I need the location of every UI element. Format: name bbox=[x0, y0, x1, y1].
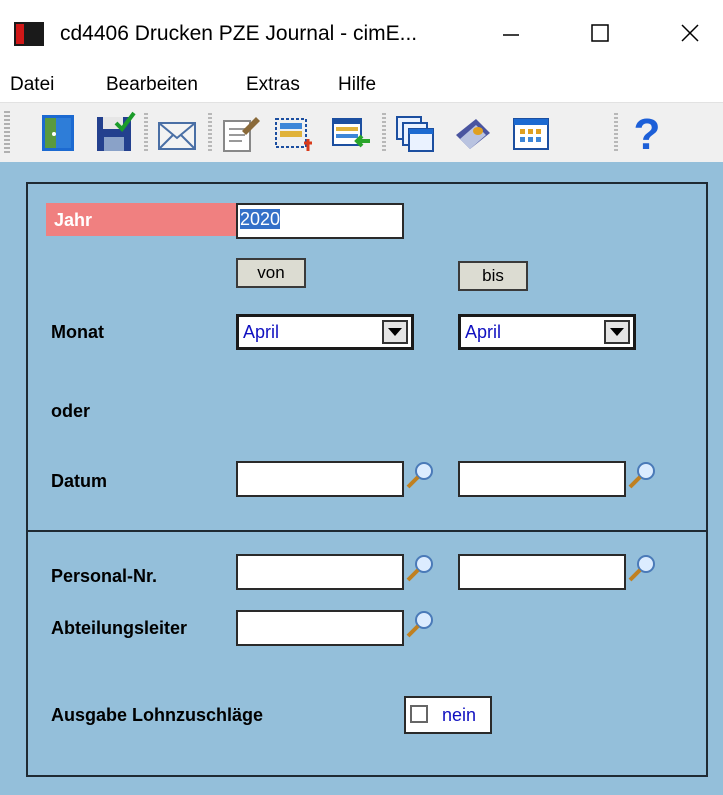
toolbar-separator bbox=[208, 113, 212, 153]
import-list-icon[interactable] bbox=[330, 111, 372, 155]
von-button[interactable]: von bbox=[236, 258, 306, 288]
save-disk-icon[interactable] bbox=[94, 111, 136, 155]
jahr-input[interactable]: 2020 bbox=[236, 203, 404, 239]
jahr-label: Jahr bbox=[46, 203, 236, 236]
edit-note-icon[interactable] bbox=[220, 111, 262, 155]
checkbox-text: nein bbox=[442, 705, 477, 725]
toolbar-separator bbox=[614, 113, 618, 153]
book-icon[interactable] bbox=[452, 111, 494, 155]
monat-von-value: April bbox=[243, 322, 280, 342]
checkbox-square[interactable] bbox=[410, 705, 428, 723]
datum-label: Datum bbox=[51, 471, 108, 491]
chevron-down-icon[interactable] bbox=[604, 320, 630, 344]
close-button[interactable] bbox=[664, 10, 716, 56]
title-bar: cd4406 Drucken PZE Journal - cimE... bbox=[0, 0, 723, 66]
minimize-icon bbox=[503, 34, 519, 36]
mail-envelope-icon[interactable] bbox=[156, 111, 198, 155]
chevron-down-icon[interactable] bbox=[382, 320, 408, 344]
dropdown-arrow-icon bbox=[388, 328, 402, 336]
search-icon[interactable] bbox=[404, 608, 436, 640]
help-icon[interactable]: ? bbox=[626, 111, 668, 155]
personal-nr-label: Personal-Nr. bbox=[51, 566, 158, 586]
personal-nr-von-input[interactable] bbox=[236, 554, 404, 590]
calendar-grid-icon[interactable] bbox=[510, 111, 552, 155]
minimize-button[interactable] bbox=[485, 10, 537, 56]
maximize-button[interactable] bbox=[574, 10, 626, 56]
copy-windows-icon[interactable] bbox=[394, 111, 436, 155]
monat-label: Monat bbox=[51, 322, 104, 342]
search-icon[interactable] bbox=[404, 552, 436, 584]
menu-datei[interactable]: Datei bbox=[10, 74, 54, 96]
monat-bis-value: April bbox=[465, 322, 502, 342]
menu-hilfe[interactable]: Hilfe bbox=[338, 74, 376, 96]
maximize-icon bbox=[591, 24, 609, 42]
dropdown-arrow-icon bbox=[610, 328, 624, 336]
ausgabe-lohnzuschlaege-checkbox[interactable]: nein bbox=[404, 696, 492, 734]
window-title: cd4406 Drucken PZE Journal - cimE... bbox=[60, 22, 418, 45]
search-icon[interactable] bbox=[404, 459, 436, 491]
toolbar-separator bbox=[382, 113, 386, 153]
new-record-icon[interactable] bbox=[272, 111, 314, 155]
svg-text:?: ? bbox=[634, 111, 661, 155]
abteilungsleiter-input[interactable] bbox=[236, 610, 404, 646]
menu-bearbeiten[interactable]: Bearbeiten bbox=[106, 74, 198, 96]
menu-bar: Datei Bearbeiten Extras Hilfe bbox=[0, 66, 723, 102]
form-divider bbox=[26, 530, 708, 532]
oder-label: oder bbox=[51, 401, 91, 421]
abteilungsleiter-label: Abteilungsleiter bbox=[51, 618, 188, 638]
exit-door-icon[interactable] bbox=[38, 111, 80, 155]
toolbar: ? bbox=[0, 102, 723, 164]
bis-button[interactable]: bis bbox=[458, 261, 528, 291]
personal-nr-bis-input[interactable] bbox=[458, 554, 626, 590]
toolbar-separator bbox=[144, 113, 148, 153]
monat-bis-select[interactable]: April bbox=[458, 314, 636, 350]
datum-bis-input[interactable] bbox=[458, 461, 626, 497]
menu-extras[interactable]: Extras bbox=[246, 74, 300, 96]
jahr-value: 2020 bbox=[240, 209, 281, 229]
toolbar-grip[interactable] bbox=[4, 111, 10, 155]
ausgabe-lohnzuschlaege-label: Ausgabe Lohnzuschläge bbox=[51, 705, 264, 725]
app-icon bbox=[14, 22, 44, 46]
search-icon[interactable] bbox=[626, 552, 658, 584]
close-icon bbox=[681, 24, 699, 42]
monat-von-select[interactable]: April bbox=[236, 314, 414, 350]
datum-von-input[interactable] bbox=[236, 461, 404, 497]
search-icon[interactable] bbox=[626, 459, 658, 491]
